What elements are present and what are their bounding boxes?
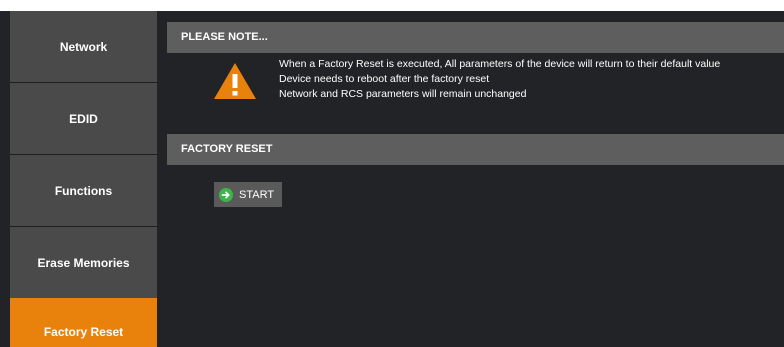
app-window: Network EDID Functions Erase Memories Fa…	[0, 11, 784, 347]
sidebar-item-label: Functions	[54, 183, 113, 198]
sidebar-item-label: Network	[59, 39, 108, 54]
please-note-header: PLEASE NOTE...	[167, 22, 784, 53]
note-body: When a Factory Reset is executed, All pa…	[167, 53, 784, 123]
sidebar-item-erase-memories[interactable]: Erase Memories	[10, 227, 157, 298]
sidebar-item-factory-reset[interactable]: Factory Reset	[10, 298, 157, 347]
note-line: Device needs to reboot after the factory…	[279, 73, 490, 85]
warning-icon	[214, 63, 256, 99]
note-lines: When a Factory Reset is executed, All pa…	[279, 57, 720, 102]
sidebar-item-edid[interactable]: EDID	[10, 83, 157, 154]
main-content: PLEASE NOTE... When a Factory Reset is e…	[167, 11, 784, 347]
window-top-strip	[0, 0, 784, 11]
sidebar-item-network[interactable]: Network	[10, 11, 157, 82]
factory-reset-header: FACTORY RESET	[167, 134, 784, 165]
start-button-label: START	[239, 188, 275, 201]
sidebar-item-label: Factory Reset	[43, 325, 124, 339]
note-line: When a Factory Reset is executed, All pa…	[279, 58, 721, 70]
sidebar-item-functions[interactable]: Functions	[10, 155, 157, 226]
sidebar-item-label: Erase Memories	[37, 255, 130, 270]
arrow-right-circle-icon	[219, 187, 233, 202]
note-line: Network and RCS parameters will remain u…	[279, 88, 527, 100]
sidebar-item-label: EDID	[69, 111, 98, 126]
sidebar: Network EDID Functions Erase Memories Fa…	[10, 11, 157, 347]
start-button[interactable]: START	[214, 182, 282, 207]
